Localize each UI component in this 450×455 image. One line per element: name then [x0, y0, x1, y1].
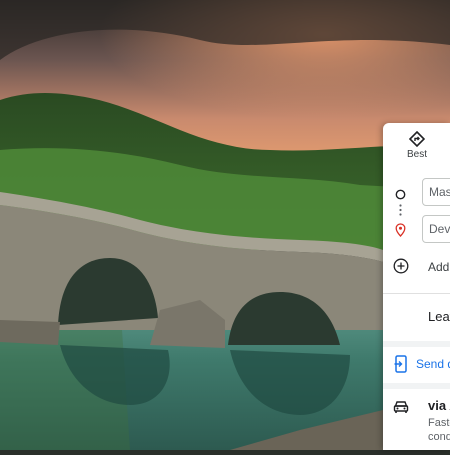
- add-destination-icon[interactable]: [393, 258, 409, 279]
- starting-point-input[interactable]: Mass: [422, 178, 450, 206]
- route-option-detail-2: cond: [428, 431, 450, 443]
- destination-pin-icon: [395, 223, 406, 242]
- add-destination-button[interactable]: Add: [428, 260, 449, 274]
- route-option-title[interactable]: via A: [428, 398, 450, 413]
- car-icon: [393, 400, 409, 419]
- send-to-phone-icon: [394, 355, 408, 378]
- section-separator: [383, 341, 450, 347]
- section-separator: [383, 383, 450, 389]
- travel-mode-label: Best: [406, 149, 428, 160]
- destination-input[interactable]: Devi: [422, 215, 450, 243]
- send-directions-to-phone-button[interactable]: Send d: [416, 357, 450, 371]
- directions-panel: Best Mass Devi Add Leav Send d via A Fas…: [383, 123, 450, 450]
- travel-mode-best[interactable]: Best: [407, 131, 427, 160]
- diamond-directions-icon: [408, 131, 425, 147]
- route-option-detail: Faste: [428, 417, 450, 429]
- leave-now-dropdown[interactable]: Leav: [428, 309, 450, 324]
- divider: [383, 293, 450, 294]
- connector-dots-icon: [399, 203, 402, 221]
